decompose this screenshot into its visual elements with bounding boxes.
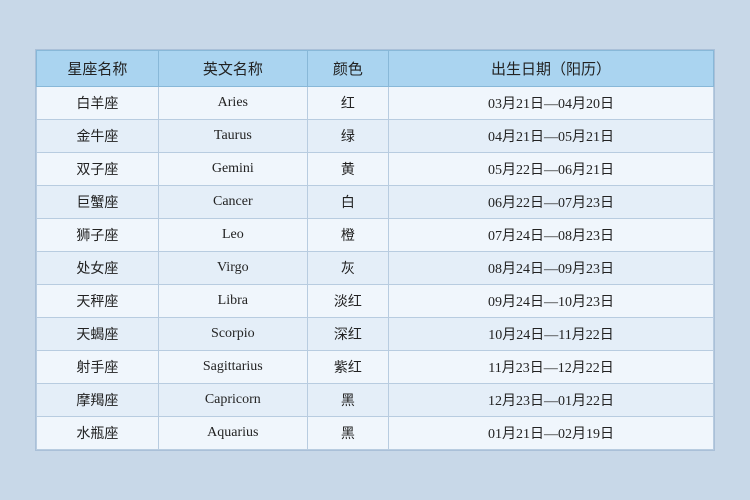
cell-chinese: 射手座 bbox=[37, 351, 159, 384]
cell-english: Sagittarius bbox=[158, 351, 307, 384]
table-row: 金牛座Taurus绿04月21日—05月21日 bbox=[37, 120, 714, 153]
header-date: 出生日期（阳历） bbox=[389, 51, 714, 87]
cell-date: 09月24日—10月23日 bbox=[389, 285, 714, 318]
cell-color: 淡红 bbox=[307, 285, 388, 318]
cell-color: 黑 bbox=[307, 417, 388, 450]
table-row: 白羊座Aries红03月21日—04月20日 bbox=[37, 87, 714, 120]
cell-english: Scorpio bbox=[158, 318, 307, 351]
table-row: 巨蟹座Cancer白06月22日—07月23日 bbox=[37, 186, 714, 219]
cell-chinese: 水瓶座 bbox=[37, 417, 159, 450]
cell-chinese: 巨蟹座 bbox=[37, 186, 159, 219]
cell-english: Capricorn bbox=[158, 384, 307, 417]
cell-date: 06月22日—07月23日 bbox=[389, 186, 714, 219]
cell-date: 11月23日—12月22日 bbox=[389, 351, 714, 384]
cell-date: 04月21日—05月21日 bbox=[389, 120, 714, 153]
table-row: 天秤座Libra淡红09月24日—10月23日 bbox=[37, 285, 714, 318]
cell-date: 03月21日—04月20日 bbox=[389, 87, 714, 120]
cell-color: 黑 bbox=[307, 384, 388, 417]
cell-date: 12月23日—01月22日 bbox=[389, 384, 714, 417]
cell-chinese: 摩羯座 bbox=[37, 384, 159, 417]
table-row: 射手座Sagittarius紫红11月23日—12月22日 bbox=[37, 351, 714, 384]
cell-date: 07月24日—08月23日 bbox=[389, 219, 714, 252]
cell-chinese: 白羊座 bbox=[37, 87, 159, 120]
cell-color: 灰 bbox=[307, 252, 388, 285]
cell-english: Aries bbox=[158, 87, 307, 120]
table-row: 处女座Virgo灰08月24日—09月23日 bbox=[37, 252, 714, 285]
cell-chinese: 双子座 bbox=[37, 153, 159, 186]
table-body: 白羊座Aries红03月21日—04月20日金牛座Taurus绿04月21日—0… bbox=[37, 87, 714, 450]
cell-english: Virgo bbox=[158, 252, 307, 285]
cell-chinese: 金牛座 bbox=[37, 120, 159, 153]
zodiac-table: 星座名称 英文名称 颜色 出生日期（阳历） 白羊座Aries红03月21日—04… bbox=[36, 50, 714, 450]
cell-color: 红 bbox=[307, 87, 388, 120]
cell-color: 绿 bbox=[307, 120, 388, 153]
cell-chinese: 天秤座 bbox=[37, 285, 159, 318]
header-color: 颜色 bbox=[307, 51, 388, 87]
cell-english: Taurus bbox=[158, 120, 307, 153]
table-row: 水瓶座Aquarius黑01月21日—02月19日 bbox=[37, 417, 714, 450]
cell-chinese: 天蝎座 bbox=[37, 318, 159, 351]
cell-color: 深红 bbox=[307, 318, 388, 351]
cell-date: 05月22日—06月21日 bbox=[389, 153, 714, 186]
cell-english: Aquarius bbox=[158, 417, 307, 450]
cell-english: Leo bbox=[158, 219, 307, 252]
cell-date: 01月21日—02月19日 bbox=[389, 417, 714, 450]
cell-english: Libra bbox=[158, 285, 307, 318]
table-row: 双子座Gemini黄05月22日—06月21日 bbox=[37, 153, 714, 186]
table-row: 天蝎座Scorpio深红10月24日—11月22日 bbox=[37, 318, 714, 351]
cell-english: Cancer bbox=[158, 186, 307, 219]
header-english: 英文名称 bbox=[158, 51, 307, 87]
cell-chinese: 狮子座 bbox=[37, 219, 159, 252]
table-header-row: 星座名称 英文名称 颜色 出生日期（阳历） bbox=[37, 51, 714, 87]
table-row: 狮子座Leo橙07月24日—08月23日 bbox=[37, 219, 714, 252]
cell-color: 黄 bbox=[307, 153, 388, 186]
table-row: 摩羯座Capricorn黑12月23日—01月22日 bbox=[37, 384, 714, 417]
cell-color: 紫红 bbox=[307, 351, 388, 384]
cell-date: 10月24日—11月22日 bbox=[389, 318, 714, 351]
cell-color: 白 bbox=[307, 186, 388, 219]
zodiac-table-container: 星座名称 英文名称 颜色 出生日期（阳历） 白羊座Aries红03月21日—04… bbox=[35, 49, 715, 451]
cell-english: Gemini bbox=[158, 153, 307, 186]
cell-color: 橙 bbox=[307, 219, 388, 252]
cell-chinese: 处女座 bbox=[37, 252, 159, 285]
header-chinese: 星座名称 bbox=[37, 51, 159, 87]
cell-date: 08月24日—09月23日 bbox=[389, 252, 714, 285]
